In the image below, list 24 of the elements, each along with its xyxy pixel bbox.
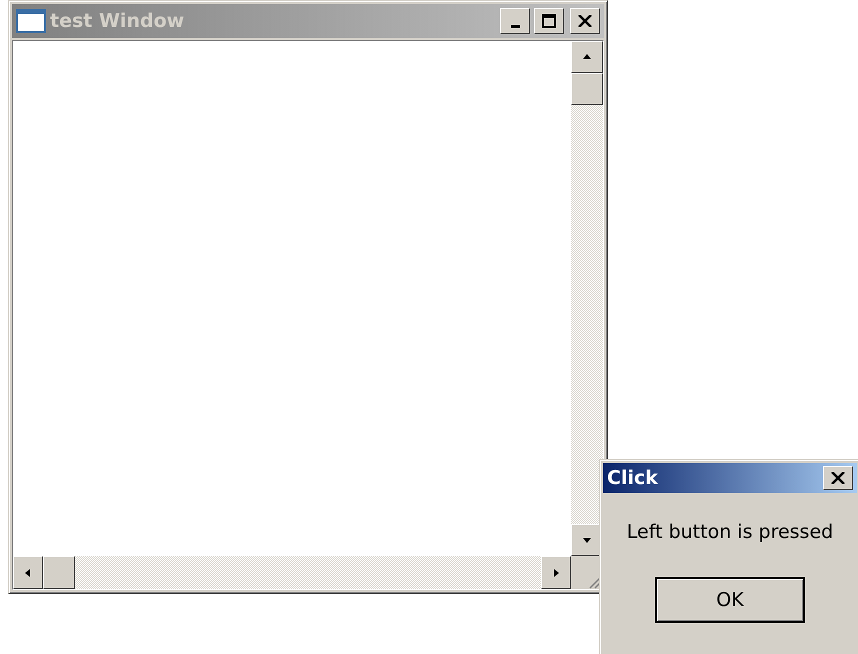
- scroll-left-button[interactable]: [13, 556, 43, 589]
- left-arrow-icon: [23, 568, 33, 578]
- close-icon: [578, 15, 592, 27]
- message-text: Left button is pressed: [626, 521, 834, 543]
- scroll-right-button[interactable]: [541, 556, 571, 589]
- maximize-icon: [542, 14, 556, 28]
- minimize-icon: [510, 24, 520, 28]
- horizontal-scrollbar[interactable]: [13, 556, 571, 589]
- window-icon: [16, 9, 46, 33]
- right-arrow-icon: [551, 568, 561, 578]
- scroll-up-button[interactable]: [571, 41, 603, 73]
- minimize-button[interactable]: [500, 8, 530, 34]
- close-icon: [831, 472, 845, 484]
- ok-button[interactable]: OK: [655, 577, 805, 623]
- close-button[interactable]: [570, 8, 600, 34]
- down-arrow-icon: [582, 535, 592, 545]
- window-title: test Window: [50, 10, 186, 32]
- maximize-button[interactable]: [534, 8, 564, 34]
- close-button[interactable]: [823, 466, 853, 490]
- scroll-thumb[interactable]: [43, 556, 75, 589]
- vertical-scrollbar[interactable]: [571, 41, 603, 556]
- up-arrow-icon: [582, 52, 592, 62]
- scroll-thumb[interactable]: [571, 73, 603, 105]
- dialog-title: Click: [607, 467, 659, 489]
